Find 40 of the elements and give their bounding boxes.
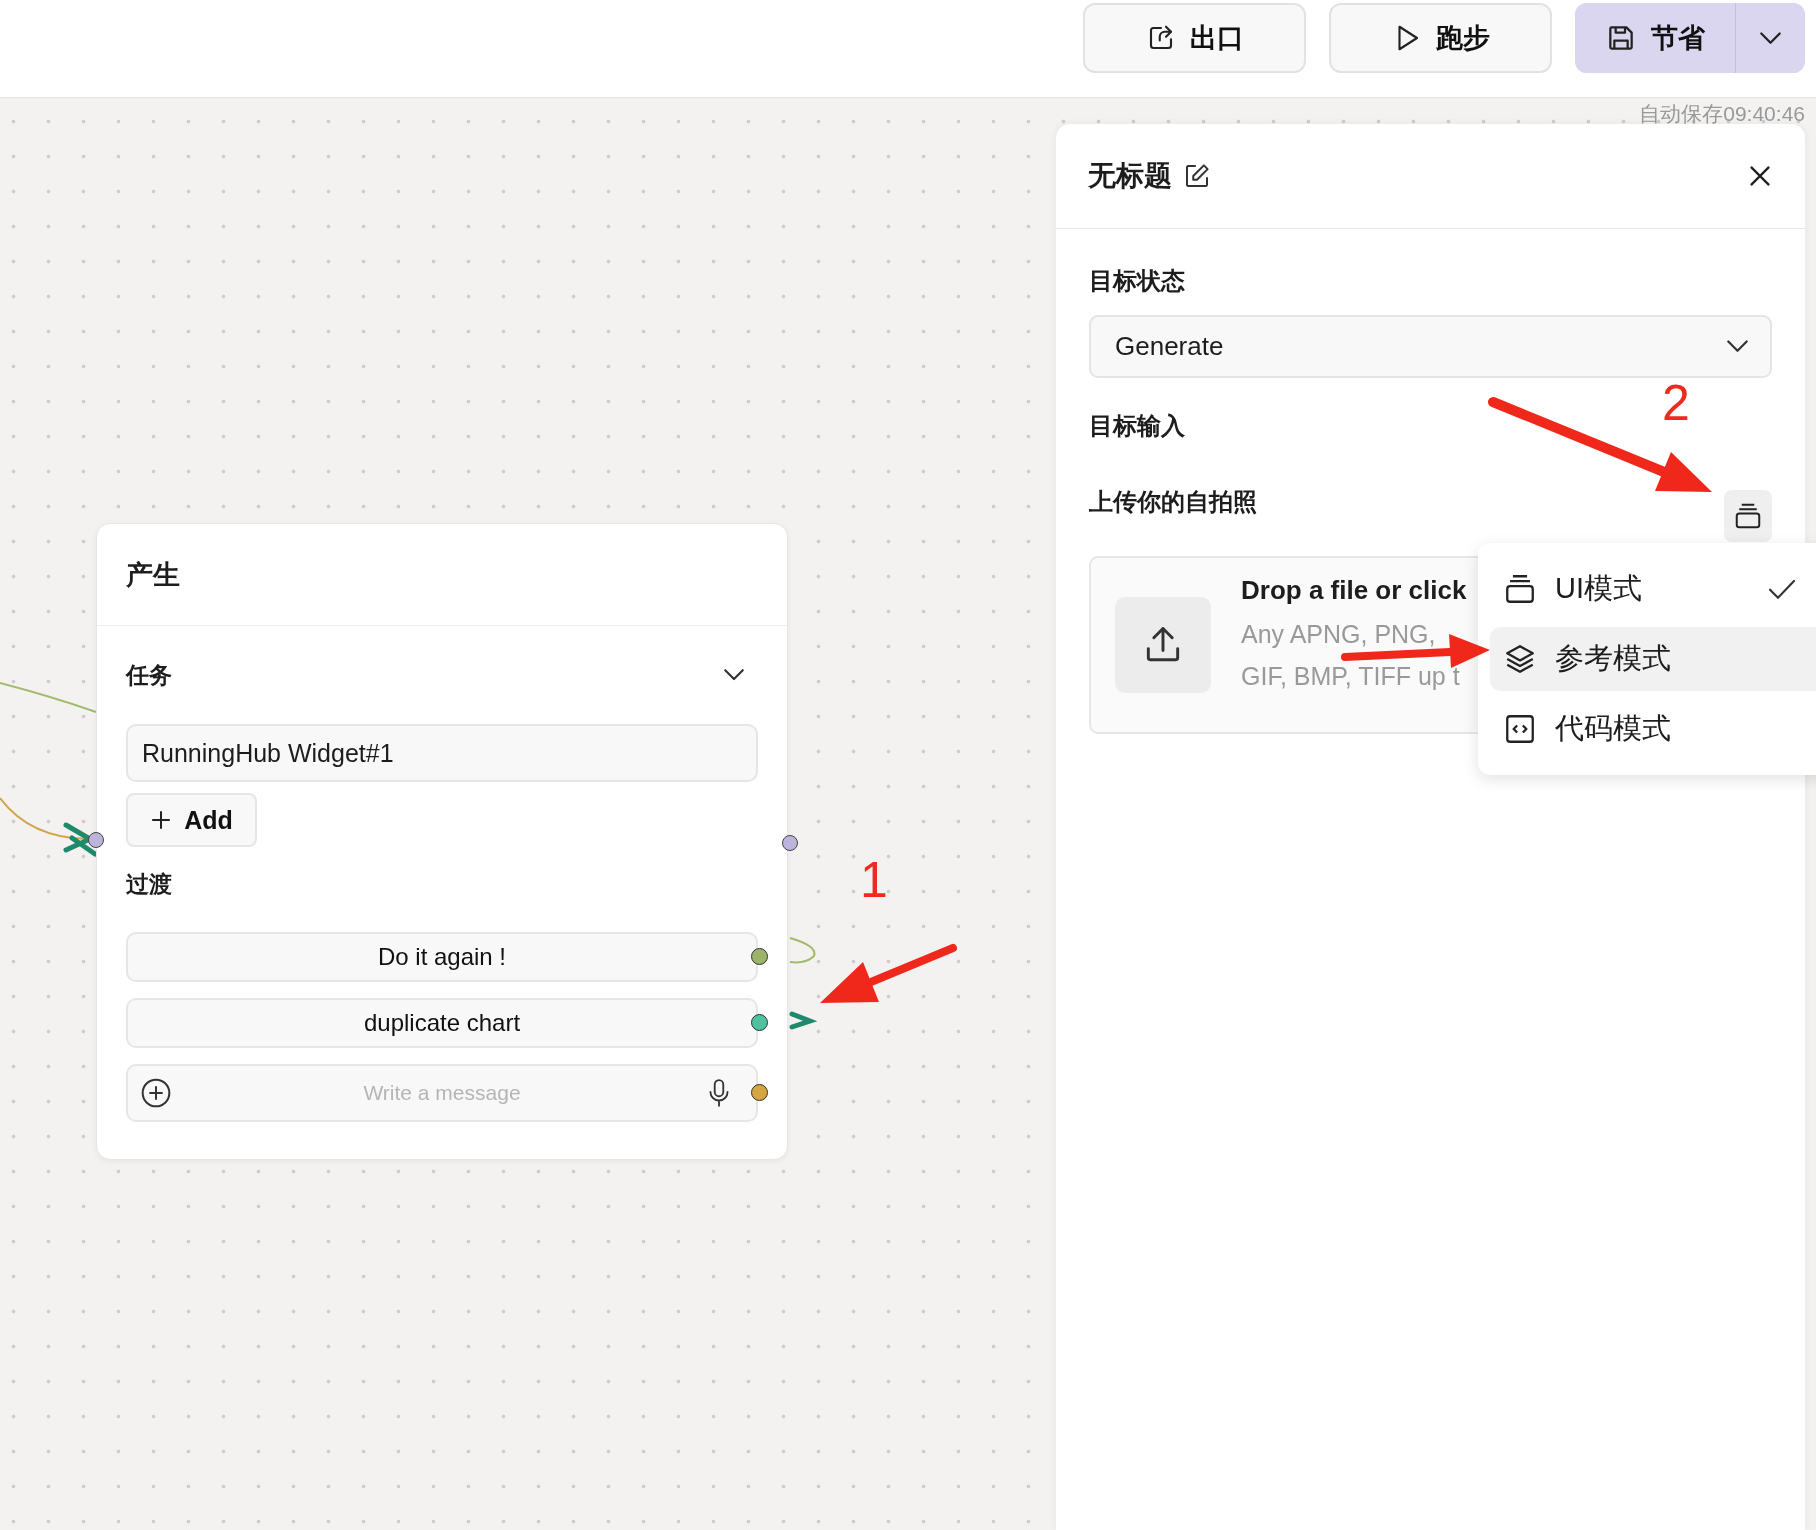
node-title: 产生 <box>126 558 180 592</box>
upload-hint: GIF, BMP, TIFF up t <box>1241 661 1460 690</box>
mode-button[interactable] <box>1724 490 1772 542</box>
task-field[interactable]: RunningHub Widget#1 <box>126 724 758 782</box>
caret-icon <box>1760 31 1781 45</box>
transition-button[interactable]: duplicate chart <box>126 998 758 1048</box>
field-label: 目标状态 <box>1089 266 1185 296</box>
annotation-number: 2 <box>1662 378 1690 428</box>
section-label: 过渡 <box>126 870 172 899</box>
autosave-status: 自动保存09:40:46 <box>1639 101 1805 127</box>
transition-button[interactable]: Do it again ! <box>126 932 758 982</box>
section-label: 任务 <box>126 660 172 690</box>
upload-title: Drop a file or click <box>1241 574 1467 606</box>
layers-icon <box>1503 642 1537 676</box>
upload-button[interactable] <box>1115 597 1211 693</box>
stack-icon <box>1733 501 1763 531</box>
annotation-number: 1 <box>860 855 888 905</box>
plus-icon <box>150 809 173 831</box>
stack-icon <box>1503 572 1537 606</box>
upload-hint: Any APNG, PNG, <box>1241 619 1436 648</box>
arrowhead-icon <box>789 1011 818 1030</box>
export-button[interactable]: 出口 <box>1083 3 1306 73</box>
close-button[interactable] <box>1747 163 1773 189</box>
field-label: 目标输入 <box>1089 411 1185 441</box>
chevron-down-icon <box>724 669 744 681</box>
add-button[interactable]: Add <box>126 793 257 847</box>
output-port[interactable] <box>782 835 798 851</box>
connector-line <box>789 937 816 964</box>
message-field[interactable]: Write a message <box>126 1064 758 1122</box>
close-icon <box>1747 163 1773 189</box>
input-port[interactable] <box>88 832 104 848</box>
chevron-down-icon <box>1727 340 1748 353</box>
menu-item[interactable]: 参考模式 <box>1490 627 1816 691</box>
run-button[interactable]: 跑步 <box>1329 3 1552 73</box>
panel-title: 无标题 <box>1088 159 1172 193</box>
add-circle-icon[interactable] <box>140 1077 172 1109</box>
code-icon <box>1503 712 1537 746</box>
arrowhead-icon <box>63 822 98 857</box>
field-label: 上传你的自拍照 <box>1089 487 1257 517</box>
state-select[interactable]: Generate <box>1089 315 1772 378</box>
